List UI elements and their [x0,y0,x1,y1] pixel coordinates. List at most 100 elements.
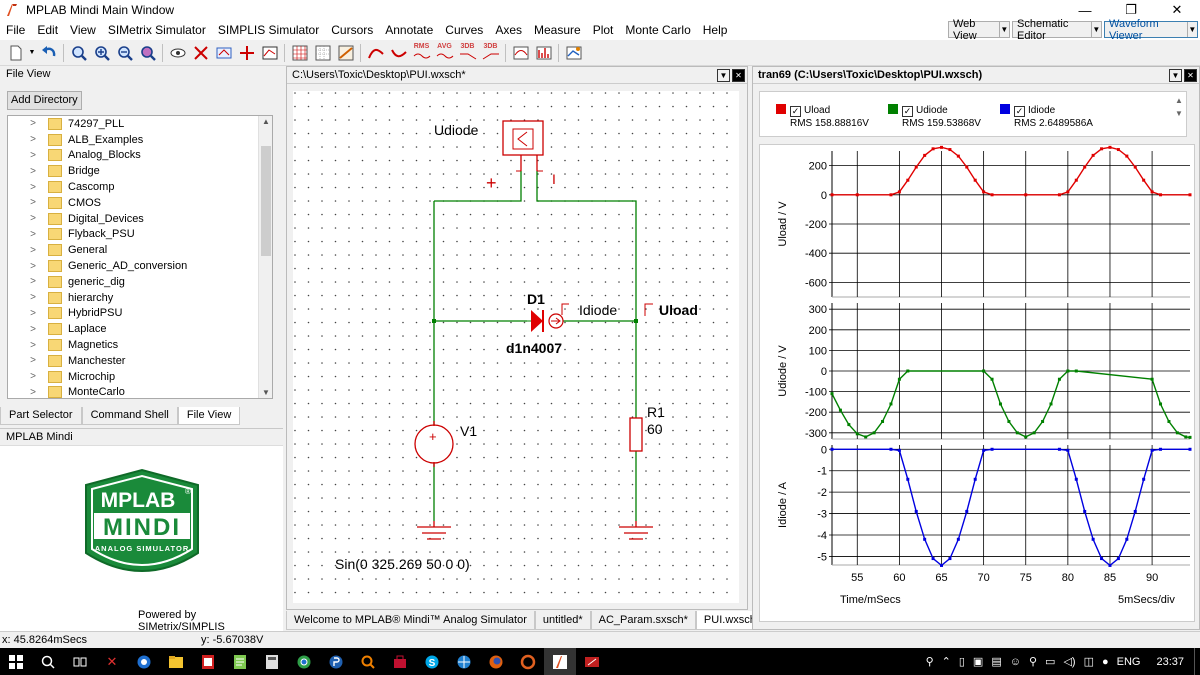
tab-part-selector[interactable]: Part Selector [0,407,82,425]
graph-style-button[interactable] [334,42,357,64]
schematic-drawing[interactable]: Udiode + I D1 d1n4007 Idiode Uload + V1 … [293,91,739,603]
menu-help[interactable]: Help [697,20,734,40]
chevron-right-icon[interactable]: > [8,308,48,319]
tree-scrollbar[interactable]: ▲ ▼ [258,116,272,398]
add-curve-button[interactable] [235,42,258,64]
tree-folder-item[interactable]: > General [8,242,272,258]
tree-folder-item[interactable]: > Microchip [8,369,272,385]
scroll-down-icon[interactable]: ▼ [259,388,272,397]
chevron-right-icon[interactable]: > [8,387,48,398]
app-x-icon[interactable]: ✕ [96,648,128,675]
legend-checkbox[interactable]: ✓ [790,106,801,117]
menu-view[interactable]: View [64,20,102,40]
chevron-right-icon[interactable]: > [8,134,48,145]
menu-edit[interactable]: Edit [31,20,64,40]
cursor-step-button[interactable] [387,42,410,64]
tree-folder-item[interactable]: > Flyback_PSU [8,227,272,243]
3db-low-button[interactable]: 3DB [456,42,479,64]
battery-icon[interactable]: ▭ [1045,655,1055,668]
network-icon[interactable]: ◫ [1084,655,1094,668]
tree-folder-item[interactable]: > Manchester [8,353,272,369]
windows-start-icon[interactable] [0,648,32,675]
schematic-canvas[interactable]: Udiode + I D1 d1n4007 Idiode Uload + V1 … [293,91,739,603]
zoom-out-button[interactable] [113,42,136,64]
undo-button[interactable] [37,42,60,64]
volume-icon[interactable]: ◁) [1063,655,1075,668]
search-icon[interactable]: ⚲ [1029,655,1037,668]
tray-red-icon[interactable]: ● [1102,656,1109,668]
app-ring-icon[interactable] [512,648,544,675]
new-dropdown-button[interactable]: ▼ [27,42,37,64]
chevron-right-icon[interactable]: > [8,166,48,177]
close-icon[interactable]: ✕ [732,68,745,82]
close-icon[interactable]: ✕ [1184,68,1197,82]
scroll-down-icon[interactable]: ▼ [1174,107,1184,120]
chevron-right-icon[interactable]: > [8,261,48,272]
tree-folder-item[interactable]: > HybridPSU [8,306,272,322]
tree-folder-item[interactable]: > generic_dig [8,274,272,290]
language-indicator[interactable]: ENG [1117,656,1141,668]
grid-button[interactable] [288,42,311,64]
chevron-right-icon[interactable]: > [8,371,48,382]
skype-icon[interactable]: S [416,648,448,675]
menu-curves[interactable]: Curves [439,20,489,40]
mplab-mindi-taskbar-icon[interactable] [544,648,576,675]
cursor-on-button[interactable] [364,42,387,64]
app-store-icon[interactable] [384,648,416,675]
tray-app-icon[interactable]: ▤ [991,655,1001,668]
tree-folder-item[interactable]: > Laplace [8,321,272,337]
tree-folder-item[interactable]: > Analog_Blocks [8,148,272,164]
chevron-down-icon[interactable]: ▼ [1169,68,1182,82]
tab-welcome[interactable]: Welcome to MPLAB® Mindi™ Analog Simulato… [286,611,535,630]
menu-plot[interactable]: Plot [587,20,620,40]
show-desktop-button[interactable] [1194,648,1200,675]
chevron-right-icon[interactable]: > [8,245,48,256]
fourier-button[interactable] [532,42,555,64]
tree-folder-item[interactable]: > Generic_AD_conversion [8,258,272,274]
app-globe-icon[interactable] [448,648,480,675]
chevron-right-icon[interactable]: > [8,340,48,351]
search-icon[interactable] [32,648,64,675]
chevron-up-icon[interactable]: ⌃ [942,655,951,668]
menu-file[interactable]: File [0,20,31,40]
app-p-icon[interactable] [320,648,352,675]
clock[interactable]: 23:37 [1156,656,1184,668]
legend-scrollbar[interactable]: ▲ ▼ [1174,94,1184,120]
chevron-right-icon[interactable]: > [8,292,48,303]
emoji-icon[interactable]: ☺ [1010,656,1021,668]
probe-view-button[interactable] [166,42,189,64]
tab-file-view[interactable]: File View [177,407,241,425]
search-app-icon[interactable] [352,648,384,675]
people-icon[interactable]: ⚲ [926,655,934,668]
firefox-icon[interactable] [480,648,512,675]
tree-folder-item[interactable]: > hierarchy [8,290,272,306]
chevron-down-icon[interactable]: ▼ [717,68,730,82]
new-graph-button[interactable] [258,42,281,64]
chevron-right-icon[interactable]: > [8,229,48,240]
tree-folder-item[interactable]: > Cascomp [8,179,272,195]
file-explorer-icon[interactable] [160,648,192,675]
chevron-right-icon[interactable]: > [8,355,48,366]
plot-settings-button[interactable] [562,42,585,64]
menu-measure[interactable]: Measure [528,20,587,40]
legend-checkbox[interactable]: ✓ [902,106,913,117]
tree-folder-item[interactable]: > MonteCarlo [8,385,272,398]
tab-untitled[interactable]: untitled* [534,611,591,630]
scroll-up-icon[interactable]: ▲ [1174,94,1184,107]
resistor-r1[interactable] [629,417,643,452]
zoom-box-button[interactable] [136,42,159,64]
curve-label-button[interactable] [212,42,235,64]
grid-dots-button[interactable] [311,42,334,64]
legend-item-udiode[interactable]: ✓ Udiode RMS 159.53868V [888,104,981,129]
chevron-right-icon[interactable]: > [8,324,48,335]
rms-button[interactable]: RMS [410,42,433,64]
waveform-canvas[interactable]: 200 0 -200 -400 -600 Uload / V 300 200 100 0 -100 -… [759,144,1195,622]
menu-simplis[interactable]: SIMPLIS Simulator [212,20,325,40]
chrome-icon[interactable] [288,648,320,675]
menu-cursors[interactable]: Cursors [325,20,379,40]
tree-folder-item[interactable]: > CMOS [8,195,272,211]
tray-app-icon[interactable]: ▣ [973,655,983,668]
chevron-right-icon[interactable]: > [8,150,48,161]
calculator-icon[interactable] [256,648,288,675]
menu-monte-carlo[interactable]: Monte Carlo [619,20,696,40]
